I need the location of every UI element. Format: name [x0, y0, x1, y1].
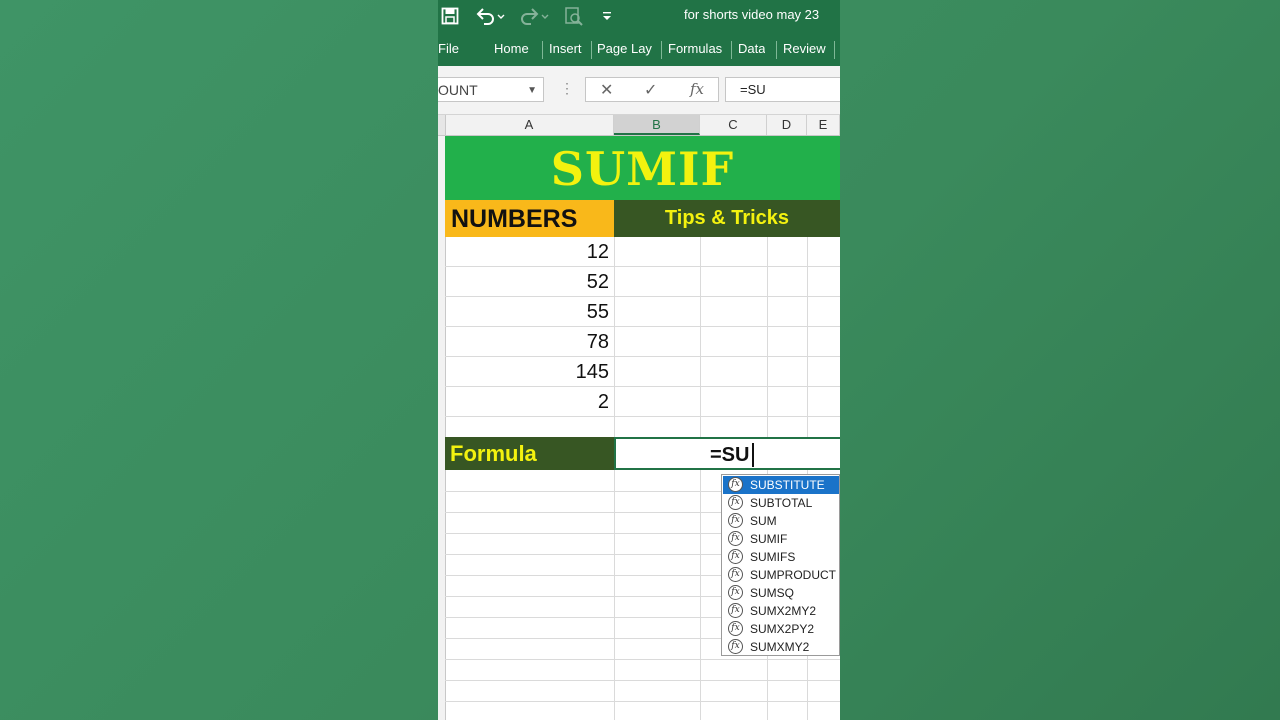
formula-label-cell[interactable]: Formula: [445, 437, 614, 470]
column-header-e[interactable]: E: [807, 115, 840, 135]
tab-insert[interactable]: Insert: [549, 32, 582, 66]
title-cell[interactable]: SUMIF: [445, 136, 840, 200]
gridline: [445, 356, 840, 357]
column-header-d[interactable]: D: [767, 115, 807, 135]
function-icon: fx: [728, 621, 743, 636]
active-cell[interactable]: =SU: [614, 437, 840, 470]
number-cell[interactable]: 145: [445, 361, 609, 384]
autocomplete-item-sumif[interactable]: fx SUMIF: [723, 530, 839, 548]
number-cell[interactable]: 12: [445, 241, 609, 264]
function-icon: fx: [728, 585, 743, 600]
gridline: [445, 326, 840, 327]
function-icon: fx: [728, 567, 743, 582]
active-cell-formula: =SU: [710, 444, 750, 466]
tab-home[interactable]: Home: [494, 32, 529, 66]
function-icon: fx: [728, 603, 743, 618]
number-cell[interactable]: 78: [445, 331, 609, 354]
tab-review[interactable]: Review: [783, 32, 826, 66]
autocomplete-item-label: SUMX2PY2: [750, 622, 815, 636]
title-bar: for shorts video may 23: [438, 0, 840, 32]
autocomplete-item-label: SUMIFS: [750, 550, 796, 564]
numbers-header: NUMBERS: [451, 205, 578, 233]
autocomplete-item-substitute[interactable]: fx SUBSTITUTE: [723, 476, 839, 494]
numbers-header-cell[interactable]: NUMBERS: [445, 200, 614, 237]
gridline: [445, 680, 840, 681]
tab-separator: [731, 41, 732, 59]
autocomplete-item-sumifs[interactable]: fx SUMIFS: [723, 548, 839, 566]
tab-separator: [591, 41, 592, 59]
gridline: [445, 416, 840, 417]
column-headers: A B C D E: [438, 115, 840, 136]
autocomplete-item-label: SUMPRODUCT: [750, 568, 836, 582]
enter-icon[interactable]: ✓: [644, 80, 657, 100]
document-title: for shorts video may 23: [684, 7, 820, 22]
undo-icon[interactable]: [474, 5, 506, 27]
print-preview-icon[interactable]: [562, 5, 584, 27]
function-icon: fx: [728, 477, 743, 492]
tab-separator: [776, 41, 777, 59]
formula-label: Formula: [450, 441, 537, 466]
redo-icon[interactable]: [518, 5, 550, 27]
function-icon: fx: [728, 549, 743, 564]
tips-header: Tips & Tricks: [664, 207, 790, 229]
name-box[interactable]: OUNT ▼: [438, 77, 544, 102]
number-cell[interactable]: 52: [445, 271, 609, 294]
tab-formulas[interactable]: Formulas: [668, 32, 728, 66]
function-icon: fx: [728, 513, 743, 528]
number-cell[interactable]: 55: [445, 301, 609, 324]
formula-input[interactable]: =SU: [725, 77, 840, 102]
function-icon: fx: [728, 639, 743, 654]
autocomplete-item-sumproduct[interactable]: fx SUMPRODUCT: [723, 566, 839, 584]
tips-header-cell[interactable]: Tips & Tricks: [614, 200, 840, 237]
cancel-icon[interactable]: ✕: [600, 80, 613, 100]
function-icon: fx: [728, 531, 743, 546]
resize-handle-icon[interactable]: ⋮: [560, 80, 574, 97]
autocomplete-item-label: SUM: [750, 514, 777, 528]
autocomplete-item-subtotal[interactable]: fx SUBTOTAL: [723, 494, 839, 512]
function-autocomplete-list[interactable]: fx SUBSTITUTE fx SUBTOTAL fx SUM fx SUMI…: [721, 474, 840, 656]
tab-separator: [834, 41, 835, 59]
sheet-title: SUMIF: [550, 142, 735, 196]
autocomplete-item-label: SUMXMY2: [750, 640, 810, 654]
tab-separator: [661, 41, 662, 59]
autocomplete-item-sumsq[interactable]: fx SUMSQ: [723, 584, 839, 602]
autocomplete-item-label: SUMX2MY2: [750, 604, 817, 618]
column-header-a[interactable]: A: [445, 115, 614, 135]
tab-data[interactable]: Data: [738, 32, 765, 66]
gridline: [445, 266, 840, 267]
number-cell[interactable]: 2: [445, 391, 609, 414]
autocomplete-item-label: SUMIF: [750, 532, 788, 546]
autocomplete-item-label: SUBTOTAL: [750, 496, 813, 510]
gridline: [445, 386, 840, 387]
gridline: [445, 296, 840, 297]
autocomplete-item-sumx2py2[interactable]: fx SUMX2PY2: [723, 620, 839, 638]
formula-buttons: ✕ ✓ fx: [585, 77, 719, 102]
autocomplete-item-sumxmy2[interactable]: fx SUMXMY2: [723, 638, 839, 655]
gridline: [445, 701, 840, 702]
autocomplete-item-label: SUMSQ: [750, 586, 795, 600]
gridline: [445, 659, 840, 660]
chevron-down-icon[interactable]: ▼: [527, 79, 537, 103]
column-header-c[interactable]: C: [700, 115, 767, 135]
insert-function-icon[interactable]: fx: [690, 80, 704, 98]
tab-page-layout[interactable]: Page Lay: [597, 32, 652, 66]
customize-qat-icon[interactable]: [600, 5, 614, 27]
tab-file[interactable]: File: [438, 32, 459, 66]
function-icon: fx: [728, 495, 743, 510]
column-header-b[interactable]: B: [614, 115, 700, 135]
autocomplete-item-sum[interactable]: fx SUM: [723, 512, 839, 530]
tab-separator: [542, 41, 543, 59]
name-box-value: OUNT: [438, 82, 478, 98]
ribbon-tabs: File Home Insert Page Lay Formulas Data …: [438, 32, 840, 66]
formula-bar-area: OUNT ▼ ⋮ ✕ ✓ fx =SU: [438, 66, 840, 115]
autocomplete-item-sumx2my2[interactable]: fx SUMX2MY2: [723, 602, 839, 620]
save-icon[interactable]: [440, 5, 460, 27]
text-caret: [752, 443, 754, 467]
autocomplete-item-label: SUBSTITUTE: [750, 478, 825, 492]
